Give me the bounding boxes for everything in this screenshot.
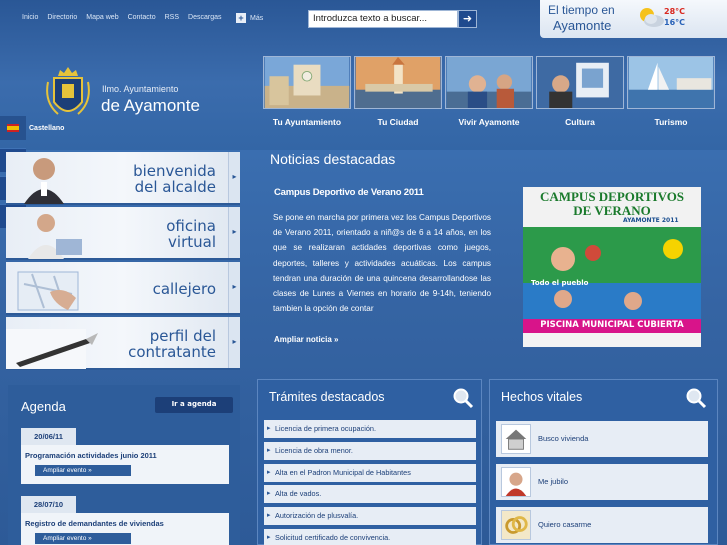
ampliar-noticia-link[interactable]: Ampliar noticia » [274,335,338,344]
tramite-item[interactable]: Solicitud certificado de convivencia. [264,529,476,545]
banner-oficina-virtual[interactable]: oficina virtual ▸ [6,207,240,260]
chevron-right-icon: ▸ [228,317,240,368]
spain-flag-icon [7,124,19,132]
banner-line1: callejero [152,280,216,298]
tramites-title: Trámites destacados [269,390,385,404]
banner-line2: del alcalde [134,178,216,196]
nav-image-vivir [445,56,533,109]
noticias-title: Noticias destacadas [270,151,396,167]
hecho-label: Me jubilo [538,477,569,486]
office-worker-photo [28,214,82,259]
weather-line2: Ayamonte [553,18,612,33]
tramite-item[interactable]: Licencia de obra menor. [264,442,476,460]
event-title[interactable]: Registro de demandantes de viviendas [25,519,164,528]
ampliar-evento-button[interactable]: Ampliar evento » [35,465,131,476]
top-menu: Inicio Directorio Mapa web Contacto RSS … [22,14,222,21]
search-icon[interactable] [685,387,707,409]
weather-min: 16°C [664,18,686,27]
plus-icon: + [236,13,246,23]
mas-label: Más [250,14,264,22]
mas-menu[interactable]: + Más [236,13,263,23]
arrow-right-icon: ➜ [462,12,473,25]
event-title[interactable]: Programación actividades junio 2011 [25,451,157,460]
chevron-right-icon: ▸ [228,152,240,203]
hecho-item[interactable]: Busco vivienda [496,421,708,457]
pen-photo [6,329,98,369]
map-hand-photo [17,271,79,311]
banner-text: callejero [153,281,216,297]
house-icon [501,424,531,454]
nav-image-turismo [627,56,715,109]
nav-vivir-ayamonte[interactable]: Vivir Ayamonte [445,56,533,127]
tramite-item[interactable]: Alta en el Padron Municipal de Habitante… [264,464,476,482]
nav-label: Tu Ciudad [377,117,419,127]
hecho-item[interactable]: Quiero casarme [496,507,708,543]
hechos-panel: Hechos vitales Busco vivienda Me jubilo … [489,379,718,545]
nav-image-ayuntamiento [263,56,351,109]
top-menu-directorio[interactable]: Directorio [47,14,77,21]
top-menu-rss[interactable]: RSS [165,14,179,21]
nav-label: Vivir Ayamonte [458,117,520,127]
event-date: 28/07/10 [21,496,76,513]
search-button[interactable]: ➜ [458,10,477,28]
hecho-item[interactable]: Me jubilo [496,464,708,500]
poster-year: AYAMONTE 2011 [623,217,679,224]
top-menu-mapa-web[interactable]: Mapa web [86,14,118,21]
poster-bottom: PISCINA MUNICIPAL CUBIERTA [540,320,684,330]
search-icon[interactable] [452,387,474,409]
top-menu-inicio[interactable]: Inicio [22,14,38,21]
hechos-title: Hechos vitales [501,390,583,404]
weather-line1: El tiempo en [548,3,615,17]
chevron-right-icon: ▸ [228,262,240,313]
search-input[interactable]: Introduzca texto a buscar... [308,10,458,28]
brand-line2[interactable]: de Ayamonte [101,96,200,116]
wedding-rings-icon [501,510,531,540]
nav-image-ciudad [354,56,442,109]
event-date: 20/06/11 [21,428,76,445]
event-card: Registro de demandantes de viviendas Amp… [21,513,229,545]
poster-small-text: Todo el pueblo [531,279,589,287]
hecho-label: Quiero casarme [538,520,592,529]
ampliar-evento-button[interactable]: Ampliar evento » [35,533,131,544]
mayor-photo [24,158,64,204]
weather-max: 28°C [664,7,686,16]
banner-line2: contratante [128,343,216,361]
nav-label: Turismo [654,117,688,127]
banner-bienvenida-alcalde[interactable]: bienvenida del alcalde ▸ [6,152,240,205]
tramite-item[interactable]: Licencia de primera ocupación. [264,420,476,438]
banner-line2: virtual [168,233,216,251]
top-menu-descargas[interactable]: Descargas [188,14,221,21]
banner-text: oficina virtual [166,218,216,250]
agenda-title: Agenda [21,399,66,414]
nav-turismo[interactable]: Turismo [627,56,715,127]
noticia-headline[interactable]: Campus Deportivo de Verano 2011 [274,187,424,198]
ir-agenda-button[interactable]: Ir a agenda [155,397,233,413]
nav-tu-ayuntamiento[interactable]: Tu Ayuntamiento [263,56,351,127]
nav-label: Tu Ayuntamiento [272,117,342,127]
banner-text: bienvenida del alcalde [133,163,216,195]
tramite-item[interactable]: Autorización de plusvalía. [264,507,476,525]
top-menu-contacto[interactable]: Contacto [128,14,156,21]
chevron-right-icon: ▸ [228,207,240,258]
tramites-panel: Trámites destacados Licencia de primera … [257,379,482,545]
tramite-item[interactable]: Alta de vados. [264,485,476,503]
noticia-body: Se pone en marcha por primera vez los Ca… [273,213,491,314]
nav-image-cultura [536,56,624,109]
weather-widget[interactable]: El tiempo en Ayamonte 28°C 16°C [540,0,727,38]
hecho-label: Busco vivienda [538,434,589,443]
language-label: Castellano [29,125,65,132]
banner-perfil-contratante[interactable]: perfil del contratante ▸ [6,317,240,370]
campus-poster-image[interactable]: CAMPUS DEPORTIVOS DE VERANO AYAMONTE 201… [523,187,701,347]
event-card: Programación actividades junio 2011 Ampl… [21,445,229,484]
nav-tu-ciudad[interactable]: Tu Ciudad [354,56,442,127]
nav-cultura[interactable]: Cultura [536,56,624,127]
banner-text: perfil del contratante [128,328,216,360]
brand-line1: Ilmo. Ayuntamiento [102,84,179,94]
elderly-man-icon [501,467,531,497]
sun-cloud-icon [640,8,664,27]
language-current-flag[interactable] [0,116,26,140]
coat-of-arms-logo[interactable] [44,62,92,122]
banner-callejero[interactable]: callejero ▸ [6,262,240,315]
nav-label: Cultura [565,117,595,127]
